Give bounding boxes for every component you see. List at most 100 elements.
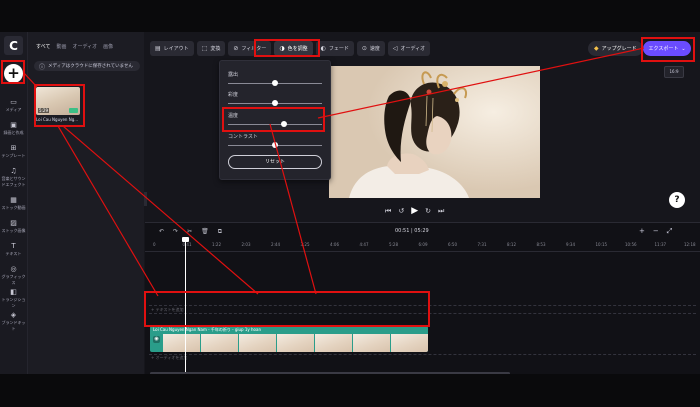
help-button[interactable]: ? — [669, 192, 685, 208]
add-media-button[interactable]: + — [4, 64, 23, 83]
tab-all[interactable]: すべて — [36, 44, 50, 50]
panel-collapse-handle[interactable] — [144, 192, 147, 206]
transform-button[interactable]: ⬚ 変換 — [196, 41, 226, 56]
temperature-slider[interactable]: 温度 — [228, 112, 322, 127]
skip-back-icon[interactable]: ⏮ — [385, 207, 391, 216]
redo-icon[interactable]: ↷ — [173, 228, 178, 236]
clip-frame — [390, 334, 428, 352]
color-adjust-button[interactable]: ◑ 色を調整 — [274, 41, 313, 56]
player-controls: ⏮ ↺ ▶ ↻ ⏭ — [385, 206, 444, 216]
rail-item-brand-kit[interactable]: ◈ ブランドキット — [0, 311, 27, 332]
export-button[interactable]: エクスポート ⌄ — [643, 41, 691, 56]
media-item[interactable]: 5:29 Loi Cau Nguyen Ng... — [36, 87, 80, 127]
saturation-knob[interactable] — [272, 100, 278, 106]
zoom-in-icon[interactable]: + — [639, 227, 645, 236]
skip-forward-icon[interactable]: ⏭ — [438, 207, 444, 216]
aspect-ratio-button[interactable]: 16:9 — [664, 66, 684, 78]
rail-item-graphics[interactable]: ◎ グラフィックス — [0, 265, 27, 286]
brand-kit-icon: ◈ — [10, 311, 17, 319]
ruler-tick: 0 — [153, 242, 156, 247]
contrast-knob[interactable] — [272, 142, 278, 148]
exposure-label: 露出 — [228, 72, 239, 78]
temperature-track[interactable] — [228, 121, 322, 127]
tab-images[interactable]: 画像 — [103, 44, 113, 50]
contrast-track[interactable] — [228, 142, 322, 148]
ruler-tick: 10:15 — [595, 242, 608, 247]
ruler-tick: 8:53 — [536, 242, 546, 247]
app-logo: C — [4, 36, 23, 55]
forward-5s-icon[interactable]: ↻ — [425, 207, 431, 215]
filter-button[interactable]: ⊘ フィルター — [228, 41, 272, 56]
cloud-status-banner[interactable]: ⓘ メディアはクラウドに保存されていません — [34, 61, 140, 71]
timeline-scrollbar[interactable] — [150, 372, 510, 374]
video-clip[interactable]: Loi Cau Nguyen Ngan Nam - 千年の祈り - giup 1… — [150, 326, 428, 352]
reset-button[interactable]: リセット — [228, 155, 322, 169]
saturation-track[interactable] — [228, 100, 322, 106]
rail-item-record[interactable]: ▣ 録画と作成 — [0, 121, 27, 136]
upgrade-button[interactable]: ◆ アップグレード — [588, 41, 643, 56]
rail-item-templates[interactable]: ⊞ テンプレート — [0, 144, 27, 159]
clip-audio-icon: ◉ — [153, 336, 160, 343]
clip-frames — [162, 334, 428, 352]
zoom-controls: + − ⤢ — [639, 227, 672, 236]
zoom-out-icon[interactable]: − — [653, 227, 659, 236]
fade-button[interactable]: ◐ フェード — [315, 41, 354, 56]
color-adjust-panel: 露出 彩度 温度 コントラスト リセット — [219, 60, 331, 180]
rail-item-stock-images[interactable]: ▨ ストック画像 — [0, 219, 27, 234]
clip-title: Loi Cau Nguyen Ngan Nam - 千年の祈り - giup 1… — [153, 327, 261, 332]
rail-item-media[interactable]: ▭ メディア — [0, 98, 27, 113]
media-item-name: Loi Cau Nguyen Ng... — [36, 117, 79, 122]
template-icon: ⊞ — [10, 144, 17, 152]
rail-item-music[interactable]: ♫ 音楽とサウンドエフェクト — [0, 167, 27, 188]
audio-track[interactable]: + オーディオを追加 — [149, 354, 696, 361]
tab-video[interactable]: 動画 — [56, 44, 66, 50]
rail-item-stock-video[interactable]: ▦ ストック動画 — [0, 196, 27, 211]
exposure-knob[interactable] — [272, 80, 278, 86]
saturation-slider[interactable]: 彩度 — [228, 91, 322, 106]
media-panel: すべて 動画 オーディオ 画像 ⓘ メディアはクラウドに保存されていません 5:29 … — [28, 32, 144, 374]
play-icon[interactable]: ▶ — [411, 206, 418, 216]
audio-button[interactable]: ◁ オーディオ — [387, 41, 431, 56]
clip-frame — [314, 334, 352, 352]
clip-frame — [200, 334, 238, 352]
ruler-tick: 7:31 — [477, 242, 487, 247]
temperature-knob[interactable] — [281, 121, 288, 127]
temperature-label: 温度 — [228, 113, 239, 119]
rail-item-transitions[interactable]: ◧ トランジション — [0, 288, 27, 309]
split-icon[interactable]: ✂ — [187, 228, 192, 236]
tab-audio[interactable]: オーディオ — [72, 44, 97, 50]
stock-video-icon: ▦ — [10, 196, 17, 204]
delete-icon[interactable]: 🗑 — [201, 228, 209, 236]
layout-button[interactable]: ▤ レイアウト — [150, 41, 194, 56]
chevron-down-icon: ⌄ — [681, 45, 686, 52]
fit-icon[interactable]: ⤢ — [667, 227, 673, 236]
exposure-track[interactable] — [228, 80, 322, 86]
added-check-icon — [69, 108, 78, 113]
info-icon: ⓘ — [39, 63, 46, 71]
ruler-tick: 4:06 — [330, 242, 339, 247]
time-ruler[interactable]: 0 0:41 1:22 2:03 2:44 3:25 4:06 4:47 5:28 6:09 6:5… — [145, 241, 700, 252]
undo-icon[interactable]: ↶ — [159, 228, 164, 236]
exposure-slider[interactable]: 露出 — [228, 71, 322, 86]
current-time: 00:51 — [395, 228, 410, 234]
filter-icon: ⊘ — [233, 45, 239, 52]
duplicate-icon[interactable]: ⧉ — [218, 228, 222, 236]
rewind-5s-icon[interactable]: ↺ — [398, 207, 404, 215]
clip-frame — [352, 334, 390, 352]
speed-button[interactable]: ⊙ 速度 — [356, 41, 385, 56]
contrast-slider[interactable]: コントラスト — [228, 133, 322, 148]
edit-toolbar: ▤ レイアウト ⬚ 変換 ⊘ フィルター ◑ 色を調整 ◐ フェード ⊙ 速度 ◁ オーディオ — [150, 41, 431, 56]
ruler-tick: 1:22 — [212, 242, 221, 247]
clip-frame — [276, 334, 314, 352]
text-track[interactable]: + テキストを追加 — [149, 305, 696, 314]
ruler-tick: 4:47 — [359, 242, 369, 247]
cloud-status-text: メディアはクラウドに保存されていません — [48, 64, 133, 69]
playhead[interactable] — [185, 241, 186, 374]
text-icon: T — [11, 242, 16, 250]
transition-icon: ◧ — [10, 288, 17, 296]
timeline-tools: ↶ ↷ ✂ 🗑 ⧉ — [159, 228, 222, 236]
rail-item-text[interactable]: T テキスト — [0, 242, 27, 257]
contrast-label: コントラスト — [228, 134, 258, 140]
video-preview[interactable] — [329, 66, 540, 198]
media-thumbnail: 5:29 — [36, 87, 80, 115]
